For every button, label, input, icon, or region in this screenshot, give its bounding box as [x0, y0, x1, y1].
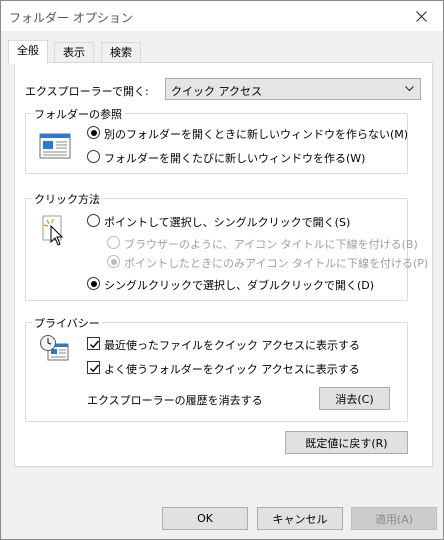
open-explorer-select[interactable]: クイック アクセス [165, 78, 421, 100]
checkbox-frequent-folders-label[interactable]: よく使うフォルダーをクイック アクセスに表示する [104, 361, 360, 377]
radio-underline-on-point-label[interactable]: ポイントしたときにのみアイコン タイトルに下線を付ける(P) [124, 255, 428, 271]
cancel-button-label: キャンセル [272, 512, 328, 526]
general-tab-panel: エクスプローラーで開く: クイック アクセス フォルダーの参照 別のフォルダーを… [14, 62, 433, 467]
radio-single-click[interactable] [87, 214, 100, 227]
tab-general-label: 全般 [17, 44, 39, 57]
radio-underline-always[interactable] [107, 236, 120, 249]
open-explorer-label: エクスプローラーで開く: [25, 85, 149, 98]
checkbox-frequent-folders[interactable] [87, 361, 100, 374]
apply-button-label: 適用(A) [374, 512, 414, 526]
radio-same-window[interactable] [87, 126, 100, 139]
window-folder-icon [39, 133, 71, 162]
radio-double-click-label[interactable]: シングルクリックで選択し、ダブルクリックで開く(D) [104, 277, 374, 293]
apply-button[interactable]: 適用(A) [351, 507, 437, 530]
radio-new-window[interactable] [87, 150, 100, 163]
chevron-down-icon [405, 86, 414, 92]
privacy-title: プライバシー [32, 315, 102, 331]
close-button[interactable] [399, 1, 443, 31]
radio-same-window-label[interactable]: 別のフォルダーを開くときに新しいウィンドウを作らない(M) [104, 126, 408, 142]
restore-defaults-button-label: 既定値に戻す(R) [305, 436, 388, 450]
close-icon [415, 10, 427, 22]
window-title: フォルダー オプション [9, 11, 133, 25]
radio-double-click[interactable] [87, 277, 100, 290]
radio-single-click-label[interactable]: ポイントして選択し、シングルクリックで開く(S) [104, 214, 350, 230]
tab-search-label: 検索 [110, 46, 132, 59]
clear-history-label: エクスプローラーの履歴を消去する [87, 394, 263, 407]
folder-options-window: フォルダー オプション 全般 表示 検索 エクスプローラーで開く: クイック ア… [0, 0, 444, 540]
cancel-button[interactable]: キャンセル [257, 507, 343, 530]
tab-view[interactable]: 表示 [54, 42, 94, 62]
checkbox-recent-files-label[interactable]: 最近使ったファイルをクイック アクセスに表示する [104, 337, 360, 353]
ok-button-label: OK [197, 512, 213, 525]
checkmark-icon [90, 364, 100, 373]
ok-button[interactable]: OK [162, 507, 248, 530]
tab-view-label: 表示 [63, 46, 85, 59]
title-bar: フォルダー オプション [1, 1, 443, 31]
recent-files-clock-icon [39, 334, 71, 367]
restore-defaults-button[interactable]: 既定値に戻す(R) [285, 431, 408, 454]
radio-underline-always-label[interactable]: ブラウザーのように、アイコン タイトルに下線を付ける(B) [124, 236, 418, 252]
browse-folders-title: フォルダーの参照 [32, 106, 124, 122]
radio-underline-on-point[interactable] [107, 255, 120, 268]
tab-search[interactable]: 検索 [101, 42, 141, 62]
open-explorer-select-value: クイック アクセス [171, 85, 262, 98]
checkbox-recent-files[interactable] [87, 337, 100, 350]
pointer-click-icon [42, 215, 68, 250]
tab-general[interactable]: 全般 [8, 40, 48, 64]
click-items-title: クリック方法 [32, 191, 102, 207]
clear-history-button[interactable]: 消去(C) [319, 387, 390, 410]
radio-new-window-label[interactable]: フォルダーを開くたびに新しいウィンドウを作る(W) [104, 150, 365, 166]
clear-history-button-label: 消去(C) [335, 392, 374, 406]
checkmark-icon [90, 340, 100, 349]
